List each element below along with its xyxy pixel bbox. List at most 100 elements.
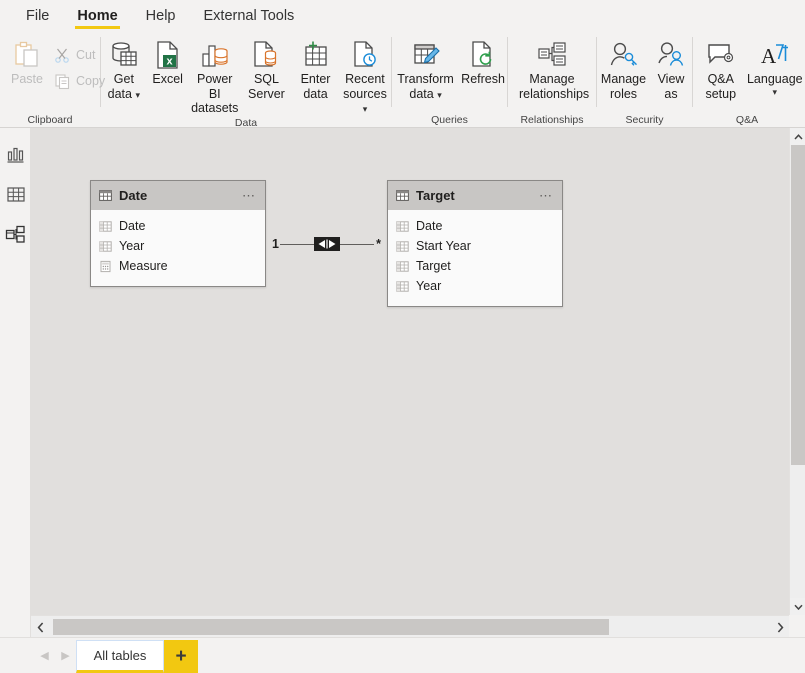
field-label: Target [416,259,451,273]
field-row[interactable]: Target [388,256,562,276]
field-label: Date [416,219,443,233]
scroll-down-button[interactable] [790,598,805,615]
table-icon [396,190,409,201]
ribbon-group-label-data: Data [234,116,258,129]
column-icon [396,220,409,232]
power-bi-datasets-label: Power BI datasets [191,72,239,115]
table-title: Target [416,188,455,203]
field-label: Measure [119,259,168,273]
chevron-down-icon[interactable]: ▾ [773,87,778,98]
recent-sources-label: Recent sources [343,72,387,101]
excel-button[interactable]: x Excel [147,36,189,87]
copy-button[interactable]: Copy [48,68,109,94]
transform-data-label: Transform data [397,72,454,101]
canvas-vertical-scrollbar[interactable] [789,128,805,615]
relationship-cardinality-one: 1 [272,237,279,251]
svg-text:A: A [761,44,777,68]
powerbi-desktop-window: File Home Help External Tools Paste Cut … [0,0,805,673]
scroll-right-button[interactable] [771,616,789,638]
transform-data-button[interactable]: Transform data ▾ [392,36,459,102]
relationship-connector[interactable]: 1 * [271,235,383,253]
table-card-target[interactable]: Target ⋯ Date Start Year Target Year [387,180,563,307]
ribbon: Paste Cut Copy Clipboard Get data ▾ x Ex… [0,31,805,129]
field-row[interactable]: Date [91,216,265,236]
add-page-button[interactable]: + [164,640,198,673]
page-prev-button[interactable]: ◀ [34,638,55,673]
scroll-thumb-vertical[interactable] [791,145,805,465]
tab-file[interactable]: File [12,0,63,31]
qna-setup-button[interactable]: Q&A setup [693,36,749,101]
cross-filter-both-icon[interactable] [314,237,340,251]
speech-gear-icon [706,38,736,72]
clipboard-paste-icon [12,38,42,72]
rail-item-model[interactable] [0,214,31,254]
file-refresh-icon [469,38,497,72]
refresh-button[interactable]: Refresh [459,36,507,87]
paste-button[interactable]: Paste [6,36,48,87]
chevron-down-icon[interactable]: ▾ [437,90,442,100]
model-canvas[interactable]: Date ⋯ Date Year Measure Target ⋯ Date S… [31,128,789,615]
cut-button[interactable]: Cut [48,42,109,68]
cut-label: Cut [76,47,96,62]
view-as-label: View as [657,72,685,101]
table-card-date[interactable]: Date ⋯ Date Year Measure [90,180,266,287]
sql-server-icon [252,38,280,72]
tab-help[interactable]: Help [132,0,190,31]
sql-server-button[interactable]: SQL Server [241,36,292,101]
chevron-right-icon [777,621,783,633]
ribbon-group-data: Get data ▾ x Excel Power BI datasets SQL… [101,31,391,129]
field-label: Date [119,219,146,233]
qna-setup-label: Q&A setup [705,72,737,101]
field-row[interactable]: Start Year [388,236,562,256]
table-field-list: Date Year Measure [91,210,265,286]
ribbon-group-queries: Transform data ▾ Refresh Queries [392,31,507,128]
column-icon [396,280,409,292]
measure-calculator-icon [100,260,111,272]
table-card-header[interactable]: Target ⋯ [388,181,562,210]
field-row[interactable]: Date [388,216,562,236]
view-as-button[interactable]: View as [650,36,692,101]
chevron-down-icon[interactable]: ▾ [363,104,368,114]
table-pencil-icon [411,38,441,72]
field-row[interactable]: Year [91,236,265,256]
rail-item-data[interactable] [0,174,31,214]
tab-home[interactable]: Home [63,0,131,31]
language-a-icon: A [759,38,791,72]
column-icon [99,220,112,232]
enter-data-button[interactable]: Enter data [292,36,339,101]
language-button[interactable]: A Language ▾ [747,36,803,98]
model-diagram-icon [5,225,25,243]
rail-item-report[interactable] [0,134,31,174]
power-bi-datasets-button[interactable]: Power BI datasets [189,36,241,116]
sql-server-label: SQL Server [248,72,285,101]
ribbon-tabstrip: File Home Help External Tools [0,0,805,31]
column-icon [396,240,409,252]
more-options-icon[interactable]: ⋯ [242,188,257,204]
manage-roles-button[interactable]: Manage roles [597,36,650,101]
ribbon-group-security: Manage roles View as Security [597,31,692,128]
ribbon-group-relationships: Manage relationships Relationships [508,31,596,128]
get-data-button[interactable]: Get data ▾ [101,36,147,102]
chevron-up-icon [793,133,803,140]
manage-relationships-button[interactable]: Manage relationships [514,36,590,101]
scroll-thumb-horizontal[interactable] [53,619,609,635]
chevron-down-icon[interactable]: ▾ [135,90,140,100]
scroll-left-button[interactable] [31,616,49,638]
ribbon-group-label-qna: Q&A [735,113,759,126]
database-table-icon [108,38,140,72]
more-options-icon[interactable]: ⋯ [539,188,554,204]
relationship-cardinality-many: * [376,237,381,251]
page-next-button[interactable]: ▶ [55,638,76,673]
chevron-down-icon [793,604,803,610]
scissors-icon [52,45,72,65]
tab-external-tools[interactable]: External Tools [190,0,309,31]
enter-data-label: Enter data [300,72,331,101]
excel-label: Excel [152,72,183,86]
field-row[interactable]: Year [388,276,562,296]
page-tab-all-tables[interactable]: All tables [76,640,164,673]
recent-sources-button[interactable]: Recent sources ▾ [339,36,391,117]
field-row[interactable]: Measure [91,256,265,276]
table-card-header[interactable]: Date ⋯ [91,181,265,210]
canvas-horizontal-scrollbar[interactable] [31,615,789,637]
scroll-up-button[interactable] [790,128,805,145]
